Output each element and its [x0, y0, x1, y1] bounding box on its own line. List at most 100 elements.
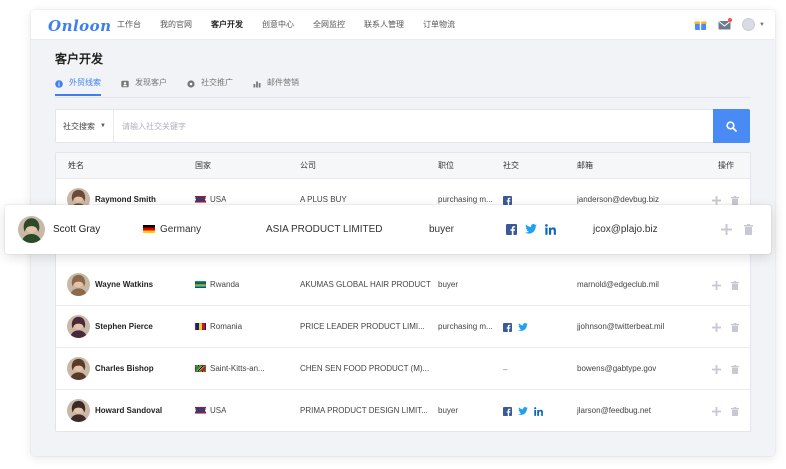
- linkedin-icon[interactable]: [545, 224, 556, 235]
- trash-icon[interactable]: [731, 364, 739, 374]
- twitter-icon[interactable]: [518, 322, 528, 332]
- trash-icon[interactable]: [731, 322, 739, 332]
- contact-country: Rwanda: [195, 264, 239, 306]
- facebook-icon[interactable]: [506, 224, 517, 235]
- main-nav: 工作台 我的官网 客户开发 创意中心 全网监控 联系人管理 订单物流: [117, 10, 474, 40]
- user-avatar[interactable]: [742, 18, 756, 31]
- nav-item[interactable]: 工作台: [117, 10, 141, 40]
- chevron-down-icon[interactable]: ▼: [759, 22, 765, 28]
- country-label: USA: [210, 406, 227, 415]
- twitter-icon[interactable]: [518, 406, 528, 416]
- header-actions: 操作: [718, 161, 734, 170]
- add-icon[interactable]: [712, 195, 721, 205]
- contact-email: jcox@plajo.biz: [593, 224, 658, 235]
- add-icon[interactable]: [721, 224, 732, 235]
- search-bar: 社交搜索 ▼: [55, 109, 750, 143]
- search-input[interactable]: [122, 118, 702, 134]
- contact-company: PRIMA PRODUCT DESIGN LIMIT...: [300, 406, 428, 415]
- table-row[interactable]: Charles Bishop Saint-Kitts-an... CHEN SEN …: [56, 348, 750, 390]
- gift-icon[interactable]: [694, 19, 707, 31]
- sub-tabs: 外贸线索 发现客户 社交推广 邮件营销: [55, 76, 319, 98]
- page-title: 客户开发: [55, 52, 104, 66]
- header-country: 国家: [195, 161, 211, 170]
- row-actions: [712, 264, 749, 306]
- contact-position: buyer: [438, 406, 459, 415]
- row-actions: [712, 306, 749, 348]
- social-links: [503, 306, 534, 348]
- country-label: Germany: [160, 224, 202, 235]
- linkedin-icon[interactable]: [534, 406, 543, 416]
- tab-divider: [55, 97, 751, 98]
- avatar: [67, 399, 90, 422]
- table-row[interactable]: Stephen Pierce Romania PRICE LEADER PRODUC…: [56, 306, 750, 348]
- tab-label: 发现客户: [135, 78, 167, 87]
- social-links: [503, 390, 549, 432]
- tab-1[interactable]: 发现客户: [121, 76, 167, 96]
- nav-item[interactable]: 创意中心: [262, 10, 294, 40]
- tab-0[interactable]: 外贸线索: [55, 76, 101, 96]
- contact-name: Scott Gray: [53, 224, 101, 235]
- country-label: USA: [210, 195, 227, 204]
- row-actions: [712, 390, 749, 432]
- bar-chart-icon: [253, 78, 264, 88]
- header-email: 邮箱: [577, 161, 593, 170]
- contact-position: buyer: [429, 224, 455, 235]
- contact-country: USA: [195, 390, 226, 432]
- tab-3[interactable]: 邮件营销: [253, 76, 299, 96]
- nav-item[interactable]: 联系人管理: [364, 10, 404, 40]
- add-icon[interactable]: [712, 406, 721, 416]
- facebook-icon[interactable]: [503, 195, 512, 205]
- contact-email: jlarson@feedbug.net: [577, 406, 651, 415]
- header-position: 职位: [438, 161, 454, 170]
- avatar: [18, 216, 45, 243]
- table-header: 姓名 国家 公司 职位 社交 邮箱 操作: [56, 153, 750, 179]
- facebook-icon[interactable]: [503, 406, 512, 416]
- tab-2[interactable]: 社交推广: [187, 76, 233, 96]
- social-links: [506, 205, 564, 254]
- trash-icon[interactable]: [744, 224, 753, 235]
- trash-icon[interactable]: [731, 195, 739, 205]
- mail-icon[interactable]: [718, 17, 733, 31]
- header-company: 公司: [300, 161, 316, 170]
- germany-flag-icon: [143, 225, 155, 233]
- add-icon[interactable]: [712, 280, 721, 290]
- contact-name: Howard Sandoval: [95, 406, 163, 415]
- search-button[interactable]: [713, 109, 750, 143]
- nav-item[interactable]: 全网监控: [313, 10, 345, 40]
- social-empty: –: [503, 364, 508, 374]
- row-actions: [721, 205, 765, 254]
- add-icon[interactable]: [712, 364, 721, 374]
- social-links: –: [503, 348, 507, 390]
- trash-icon[interactable]: [731, 406, 739, 416]
- table-row[interactable]: Wayne Watkins Rwanda AKUMAS GLOBAL HAIR PR…: [56, 264, 750, 306]
- twitter-icon[interactable]: [525, 224, 537, 235]
- avatar: [67, 273, 90, 296]
- contact-email: marnold@edgeclub.mil: [577, 280, 659, 289]
- nav-item[interactable]: 客户开发: [211, 10, 243, 40]
- highlighted-contact-row[interactable]: Scott Gray Germany ASIA PRODUCT LIMITED …: [5, 205, 771, 254]
- search-scope-select[interactable]: 社交搜索 ▼: [56, 110, 114, 142]
- facebook-icon[interactable]: [503, 322, 512, 332]
- contact-name: Wayne Watkins: [95, 280, 154, 289]
- nav-item[interactable]: 我的官网: [160, 10, 192, 40]
- nav-item[interactable]: 订单物流: [423, 10, 455, 40]
- search-icon: [726, 120, 737, 132]
- table-row[interactable]: Howard Sandoval USA PRIMA PRODUCT DESIGN L…: [56, 390, 750, 432]
- rwanda-flag-icon: [195, 281, 206, 288]
- contact-position: buyer: [438, 280, 459, 289]
- contacts-table: 姓名 国家 公司 职位 社交 邮箱 操作 Raymond Smith USA A P…: [55, 152, 751, 432]
- app-logo[interactable]: Onloon: [48, 17, 112, 35]
- contact-name: Charles Bishop: [95, 364, 154, 373]
- country-label: Romania: [210, 322, 243, 331]
- country-label: Saint-Kitts-an...: [210, 364, 265, 373]
- contact-position: purchasing m...: [438, 322, 493, 331]
- romania-flag-icon: [195, 323, 206, 330]
- trash-icon[interactable]: [731, 280, 739, 290]
- contact-email: jjohnson@twitterbeat.mil: [577, 322, 665, 331]
- tab-label: 社交推广: [201, 78, 233, 87]
- add-icon[interactable]: [712, 322, 721, 332]
- chevron-down-icon: ▼: [100, 123, 106, 129]
- avatar: [67, 357, 90, 380]
- usa-flag-icon: [195, 196, 206, 203]
- kitts-flag-icon: [195, 365, 206, 372]
